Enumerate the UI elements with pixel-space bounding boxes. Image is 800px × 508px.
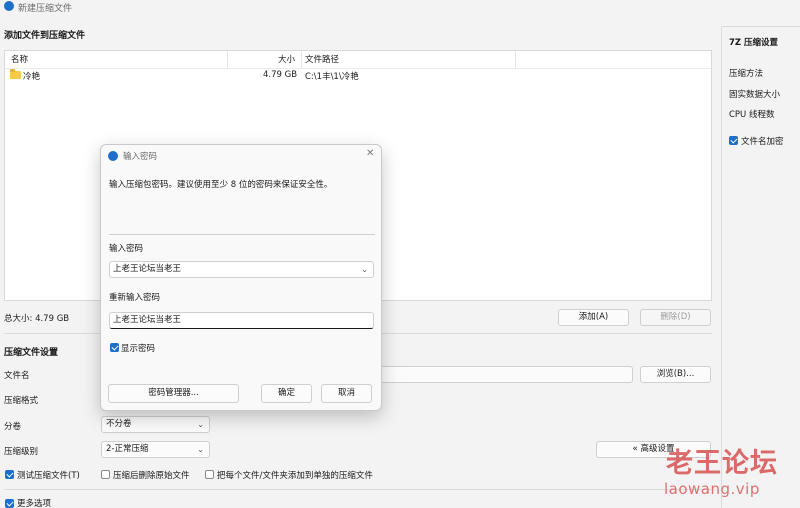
dialog-description: 输入压缩包密码。建议使用至少 8 位的密码来保证安全性。: [109, 180, 333, 190]
browse-button[interactable]: 浏览(B)...: [640, 366, 711, 383]
delete-after-checkbox[interactable]: [101, 470, 110, 479]
show-password-checkbox[interactable]: [110, 343, 119, 352]
more-options-checkbox[interactable]: [5, 499, 14, 508]
password-value: 上老王论坛当老王: [113, 264, 182, 274]
split-select[interactable]: 不分卷 ⌄: [101, 416, 210, 433]
cancel-button[interactable]: 取消: [321, 384, 372, 403]
compress-settings-heading: 压缩文件设置: [4, 348, 59, 358]
reenter-password-value: 上老王论坛当老王: [113, 315, 182, 325]
split-label: 分卷: [4, 422, 22, 432]
separate-archives-label: 把每个文件/文件夹添加到单独的压缩文件: [217, 471, 373, 481]
column-header-size[interactable]: 大小: [278, 53, 295, 65]
watermark-url: laowang.vip: [664, 480, 760, 498]
chevron-down-icon: ⌄: [197, 420, 204, 429]
encrypt-names-checkbox[interactable]: [729, 136, 738, 145]
solid-block-size-label: 固实数据大小: [729, 90, 781, 100]
divider: [109, 234, 375, 235]
column-separator[interactable]: [515, 51, 516, 68]
file-name-cell: 冷艳: [23, 72, 41, 82]
column-separator[interactable]: [301, 51, 302, 68]
filename-input[interactable]: [380, 366, 633, 383]
window-title: 新建压缩文件: [18, 4, 73, 14]
file-path-cell: C:\1丰\1\冷艳: [305, 72, 359, 82]
password-dialog: 输入密码 ✕ 输入压缩包密码。建议使用至少 8 位的密码来保证安全性。 输入密码…: [100, 144, 382, 411]
test-archive-label: 测试压缩文件(T): [17, 471, 80, 481]
files-section-heading: 添加文件到压缩文件: [4, 31, 86, 41]
more-options-label: 更多选项: [17, 499, 52, 508]
level-select[interactable]: 2-正常压缩 ⌄: [101, 441, 210, 458]
test-archive-checkbox[interactable]: [5, 470, 14, 479]
cpu-threads-label: CPU 线程数: [729, 110, 775, 120]
right-panel-heading: 7Z 压缩设置: [729, 38, 779, 48]
remove-button[interactable]: 删除(D): [640, 309, 711, 326]
separate-archives-checkbox[interactable]: [205, 470, 214, 479]
column-header-path[interactable]: 文件路径: [305, 53, 339, 65]
format-label: 压缩格式: [4, 396, 39, 406]
total-size-label: 总大小: 4.79 GB: [4, 314, 70, 324]
filename-label: 文件名: [4, 371, 30, 381]
delete-after-label: 压缩后删除原始文件: [113, 471, 190, 481]
divider: [4, 489, 712, 490]
show-password-label: 显示密码: [121, 344, 156, 354]
compression-method-label: 压缩方法: [729, 69, 764, 79]
close-icon[interactable]: ✕: [366, 148, 374, 159]
dialog-title: 输入密码: [123, 152, 158, 162]
file-size-cell: 4.79 GB: [263, 70, 298, 80]
reenter-password-input[interactable]: 上老王论坛当老王: [109, 312, 374, 329]
password-input[interactable]: 上老王论坛当老王 ⌄: [109, 261, 374, 278]
encrypt-names-label: 文件名加密: [741, 137, 784, 147]
title-bar: 新建压缩文件: [0, 0, 800, 14]
level-value: 2-正常压缩: [106, 444, 149, 454]
folder-icon: [10, 69, 21, 79]
watermark-text: 老王论坛: [666, 448, 778, 479]
header-divider: [5, 68, 711, 69]
split-value: 不分卷: [106, 419, 132, 429]
enter-password-label: 输入密码: [109, 244, 144, 254]
column-separator[interactable]: [227, 51, 228, 68]
chevron-down-icon: ⌄: [197, 445, 204, 454]
add-button[interactable]: 添加(A): [558, 309, 629, 326]
right-settings-panel: 7Z 压缩设置 压缩方法 固实数据大小 CPU 线程数 文件名加密: [721, 26, 800, 508]
app-icon: [108, 151, 118, 161]
app-icon: [4, 1, 14, 11]
reenter-password-label: 重新输入密码: [109, 293, 161, 303]
column-header-name[interactable]: 名称: [11, 53, 28, 65]
level-label: 压缩级别: [4, 447, 39, 457]
password-manager-button[interactable]: 密码管理器...: [108, 384, 239, 403]
chevron-down-icon[interactable]: ⌄: [361, 262, 368, 277]
ok-button[interactable]: 确定: [261, 384, 312, 403]
